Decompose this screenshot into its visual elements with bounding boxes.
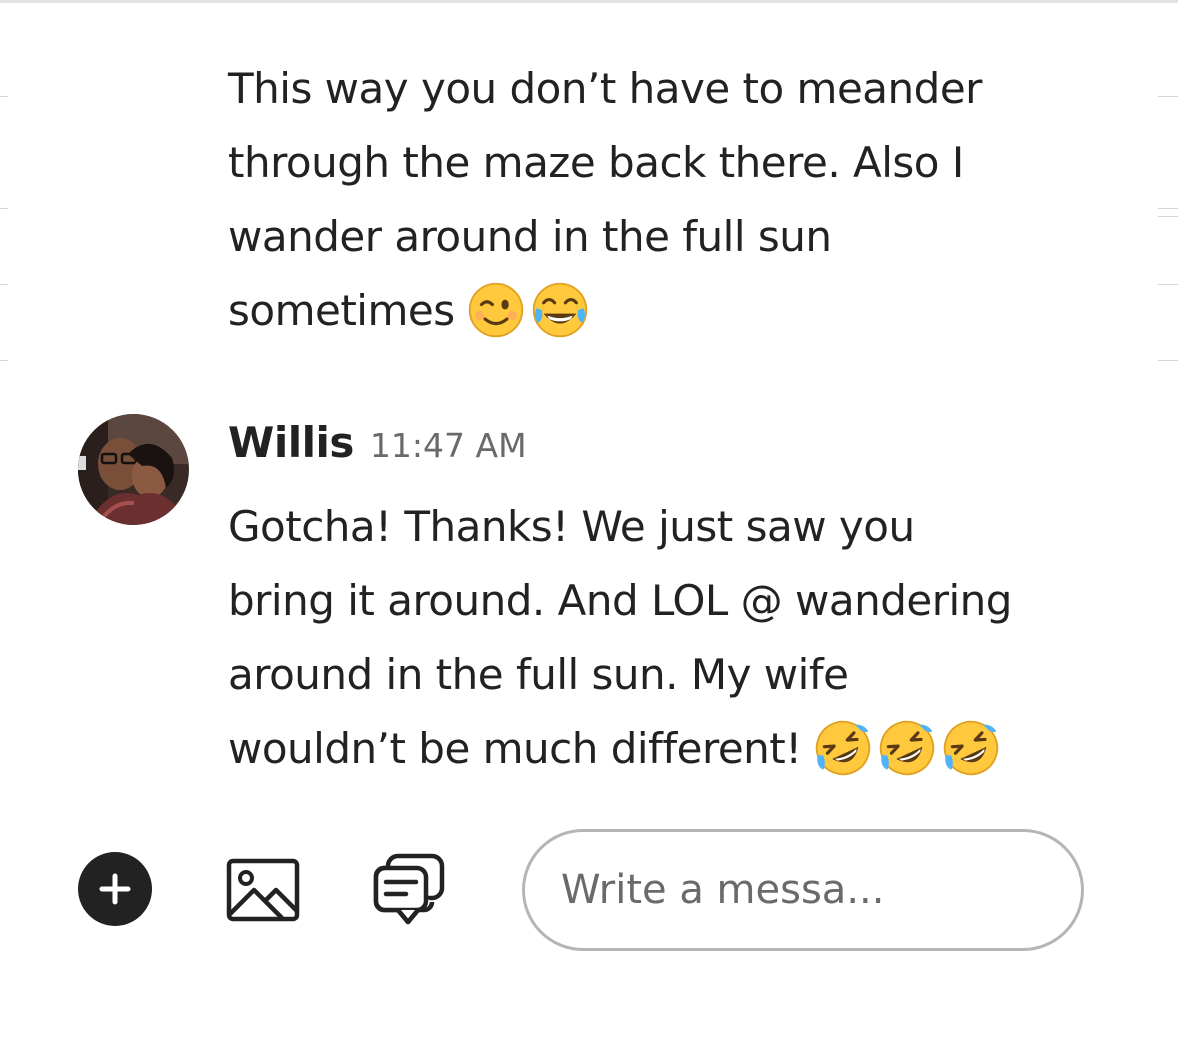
- edge-tick: [1158, 208, 1178, 209]
- winking-face-icon: [469, 282, 524, 338]
- message-line: through the maze back there. Also I: [228, 138, 964, 187]
- edge-tick: [0, 360, 8, 361]
- message-line-last: sometimes: [228, 274, 982, 348]
- edge-tick: [0, 208, 8, 209]
- message-timestamp: 11:47 AM: [369, 426, 527, 465]
- face-with-tears-of-joy-icon: [533, 282, 588, 338]
- message-line: wander around in the full sun: [228, 212, 832, 261]
- rolling-on-the-floor-laughing-icon: [944, 720, 999, 776]
- message-line: This way you don’t have to meander: [228, 64, 982, 113]
- message-header: Willis 11:47 AM: [228, 418, 527, 467]
- rolling-on-the-floor-laughing-icon: [816, 720, 871, 776]
- message-body-earlier: This way you don’t have to meander throu…: [228, 52, 982, 348]
- message-line: around in the full sun. My wife: [228, 650, 849, 699]
- edge-tick: [1158, 360, 1178, 361]
- message-line: bring it around. And LOL @ wandering: [228, 576, 1012, 625]
- add-photo-button[interactable]: [226, 856, 300, 924]
- edge-tick: [0, 96, 8, 97]
- quick-replies-button[interactable]: [372, 852, 448, 928]
- edge-tick: [1158, 216, 1178, 217]
- edge-tick: [1158, 284, 1178, 285]
- avatar[interactable]: [78, 414, 189, 525]
- message-line: Gotcha! Thanks! We just saw you: [228, 502, 915, 551]
- chat-screen: This way you don’t have to meander throu…: [0, 0, 1178, 1042]
- message-input[interactable]: [522, 829, 1084, 951]
- top-divider: [0, 0, 1178, 3]
- plus-icon: [99, 873, 131, 905]
- sender-name[interactable]: Willis: [228, 418, 354, 467]
- edge-tick: [0, 284, 8, 285]
- message-template-icon: [373, 853, 445, 925]
- image-icon: [226, 858, 300, 922]
- message-line-last: wouldn’t be much different!: [228, 712, 1012, 786]
- message-body-latest: Gotcha! Thanks! We just saw you bring it…: [228, 490, 1012, 786]
- edge-tick: [1158, 96, 1178, 97]
- profile-photo: [78, 414, 189, 525]
- add-attachment-button[interactable]: [78, 852, 152, 926]
- rolling-on-the-floor-laughing-icon: [880, 720, 935, 776]
